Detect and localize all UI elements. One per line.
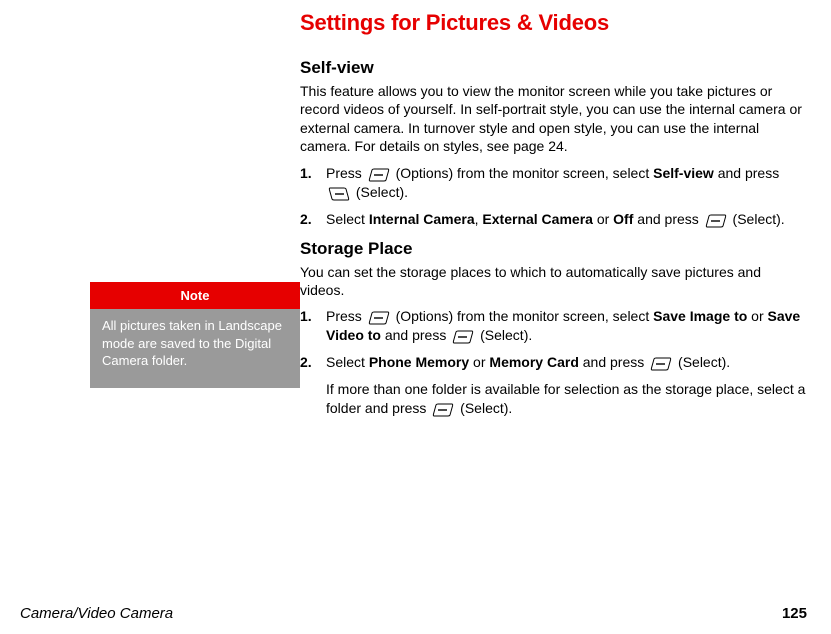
footer-page-number: 125	[782, 605, 807, 622]
page-footer: Camera/Video Camera 125	[20, 605, 807, 622]
selfview-step-1: Press (Options) from the monitor screen,…	[300, 164, 807, 202]
softkey-left-icon	[650, 357, 672, 371]
softkey-left-icon	[368, 311, 390, 325]
softkey-left-icon	[705, 214, 727, 228]
selfview-intro: This feature allows you to view the moni…	[300, 82, 807, 156]
storage-step-1: Press (Options) from the monitor screen,…	[300, 307, 807, 345]
main-content: Settings for Pictures & Videos Self-view…	[300, 10, 807, 595]
note-body: All pictures taken in Landscape mode are…	[90, 309, 300, 388]
selfview-heading: Self-view	[300, 58, 807, 78]
selfview-step-2: Select Internal Camera, External Camera …	[300, 210, 807, 229]
footer-section: Camera/Video Camera	[20, 605, 173, 622]
storage-step-2-followup: If more than one folder is available for…	[326, 380, 807, 418]
storage-heading: Storage Place	[300, 239, 807, 259]
selfview-steps: Press (Options) from the monitor screen,…	[300, 164, 807, 229]
softkey-left-icon	[368, 168, 390, 182]
storage-intro: You can set the storage places to which …	[300, 263, 807, 300]
softkey-left-icon	[432, 403, 454, 417]
storage-steps: Press (Options) from the monitor screen,…	[300, 307, 807, 417]
page-title: Settings for Pictures & Videos	[300, 10, 807, 36]
softkey-right-icon	[328, 187, 350, 201]
note-label: Note	[90, 282, 300, 309]
storage-step-2: Select Phone Memory or Memory Card and p…	[300, 353, 807, 418]
note-callout: Note All pictures taken in Landscape mod…	[90, 282, 300, 388]
softkey-left-icon	[452, 330, 474, 344]
